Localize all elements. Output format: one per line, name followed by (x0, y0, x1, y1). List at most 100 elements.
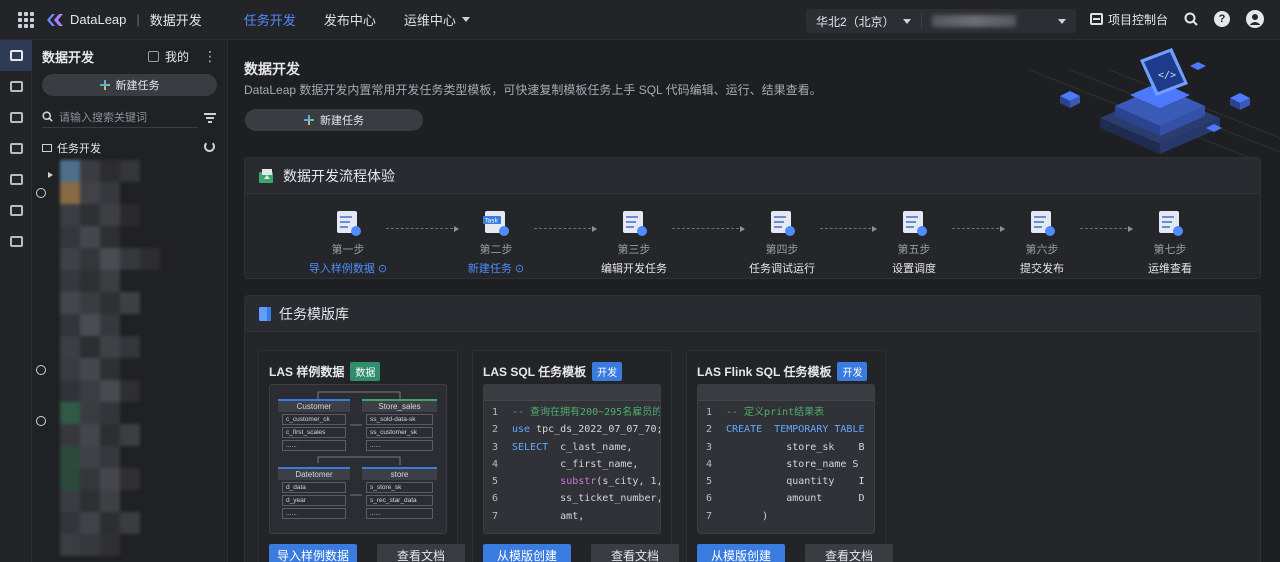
search-placeholder: 请输入搜索关键词 (59, 111, 147, 124)
app-grid-icon[interactable] (18, 11, 34, 28)
code-line: 6 amount D (706, 493, 865, 505)
project-select[interactable] (922, 15, 1076, 27)
project-console-link[interactable]: 项目控制台 (1089, 11, 1168, 28)
import-sample-data-button[interactable]: 导入样例数据 (269, 544, 357, 562)
hero-illustration: </> (1030, 48, 1280, 158)
rail-table-icon[interactable] (0, 164, 32, 195)
step-label: 编辑开发任务 (601, 263, 667, 275)
step-number: 第二步 (479, 244, 513, 256)
search-icon (42, 111, 53, 122)
expand-arrow-icon[interactable] (48, 172, 53, 178)
module-name: 数据开发 (149, 13, 202, 28)
schedule-clock-icon (36, 365, 46, 375)
nav-publish-center[interactable]: 发布中心 (324, 10, 376, 29)
code-line: 2 use tpc_ds_2022_07_07_70; (492, 424, 661, 436)
help-icon[interactable]: ? (1214, 11, 1230, 27)
search-input[interactable]: 请输入搜索关键词 (42, 106, 198, 128)
er-table-name: Customer (278, 399, 350, 412)
more-icon[interactable]: ⋮ (203, 48, 217, 65)
nav-task-dev[interactable]: 任务开发 (244, 10, 296, 29)
step-number: 第一步 (331, 244, 365, 256)
rail-list-icon[interactable] (0, 133, 32, 164)
step-number: 第五步 (897, 244, 931, 256)
flow-step: 第四步 任务调试运行 (727, 208, 837, 276)
project-name-redacted (932, 15, 1016, 27)
code-line: 6 ss_ticket_number, (492, 493, 661, 505)
refresh-icon[interactable] (204, 141, 215, 152)
rail-dashboard-icon[interactable] (0, 102, 32, 133)
create-from-template-button[interactable]: 从模版创建 (483, 544, 571, 562)
code-line: 3 SELECT c_last_name, (492, 441, 633, 453)
template-tag: 开发 (592, 362, 623, 381)
mine-label: 我的 (164, 49, 189, 64)
page-title: 数据开发 (244, 61, 300, 77)
sidebar-new-task-button[interactable]: 新建任务 (42, 74, 217, 96)
rail-chart-icon[interactable] (0, 195, 32, 226)
rail-resource-icon[interactable] (0, 226, 32, 257)
flow-card-header: 数据开发流程体验 (245, 158, 1260, 194)
code-block: 1 -- 定义print结果表 2 CREATE TEMPORARY TABLE 3 s… (698, 401, 874, 525)
search-icon[interactable] (1184, 12, 1198, 26)
er-field: s_rec_star_data (366, 495, 433, 506)
template-card-sample-data: LAS 样例数据 数据 Customer c_customer_ck c_firs… (258, 350, 465, 562)
er-field: ss_customer_sk (366, 427, 433, 438)
er-table: Datetomer d_data d_year ...... (278, 467, 350, 521)
tree-root-label: 任务开发 (57, 143, 101, 155)
flow-step[interactable]: Task 第二步 新建任务 ⊙ (441, 208, 551, 276)
step-icon (1027, 208, 1057, 238)
view-docs-button[interactable]: 查看文档 (377, 544, 465, 562)
panel-title: 数据开发 (42, 49, 95, 65)
code-line: 5 quantity I (706, 476, 865, 488)
chevron-down-icon (1058, 18, 1066, 24)
panel-header: 数据开发 我的 ⋮ (32, 40, 227, 72)
redacted-task-tree (60, 160, 172, 562)
flow-step[interactable]: 第一步导入样例数据 ⊙ (293, 208, 403, 276)
top-right-actions: 项目控制台 ? (1089, 10, 1264, 28)
checkbox-icon (147, 50, 159, 62)
rail-query-icon[interactable] (0, 71, 32, 102)
step-icon (899, 208, 929, 238)
code-block: 1 -- 查询在拥有200~295名雇员的 2 use tpc_ds_2022_07_… (484, 401, 660, 525)
er-table: Customer c_customer_ck c_first_scales ..… (278, 399, 350, 453)
mine-filter-checkbox[interactable]: 我的 (147, 48, 189, 65)
er-table-name: Store_sales (362, 399, 437, 412)
code-line: 5 substr(s_city, 1, (492, 476, 661, 488)
tree-root[interactable]: 任务开发 (42, 140, 217, 156)
step-label: 运维查看 (1148, 263, 1192, 275)
console-label: 项目控制台 (1107, 12, 1168, 27)
flow-step: 第五步 设置调度 (859, 208, 969, 276)
new-task-button[interactable]: 新建任务 (245, 109, 423, 131)
view-docs-button[interactable]: 查看文档 (591, 544, 679, 562)
step-number: 第六步 (1025, 244, 1059, 256)
code-folder-icon (42, 144, 52, 152)
flow-step: 第七步 运维查看 (1115, 208, 1225, 276)
create-from-template-button[interactable]: 从模版创建 (697, 544, 785, 562)
template-card-las-sql: LAS SQL 任务模板 开发 1 -- 查询在拥有200~295名雇员的 2 use … (472, 350, 679, 562)
logo-text: DataLeap (70, 12, 127, 27)
dataleap-logo-icon (47, 13, 63, 26)
nav-ops-center[interactable]: 运维中心 (404, 10, 470, 29)
view-docs-button[interactable]: 查看文档 (805, 544, 893, 562)
region-value: 华北2（北京） (816, 14, 895, 29)
region-select[interactable]: 华北2（北京） (806, 12, 922, 30)
er-field: ...... (282, 508, 346, 519)
product-logo[interactable]: DataLeap | 数据开发 (46, 10, 202, 29)
step-link[interactable]: 导入样例数据 ⊙ (293, 260, 403, 276)
er-table-name: Datetomer (278, 467, 350, 480)
code-preview: 1 -- 定义print结果表 2 CREATE TEMPORARY TABLE 3 s… (697, 384, 875, 534)
step-number: 第四步 (765, 244, 799, 256)
flow-card: 数据开发流程体验 第一步 导入样例数据 ⊙ Task 第二步 新建任务 ⊙ 第三步 编辑开发… (244, 157, 1261, 279)
rail-data-dev-icon[interactable] (0, 40, 32, 71)
step-label: 任务调试运行 (749, 263, 815, 275)
user-avatar-icon[interactable] (1246, 10, 1264, 28)
step-link[interactable]: 新建任务 ⊙ (441, 260, 551, 276)
er-field: d_year (282, 495, 346, 506)
step-number: 第七步 (1153, 244, 1187, 256)
library-title: 任务模版库 (279, 305, 349, 322)
step-icon (767, 208, 797, 238)
template-tag: 开发 (837, 362, 868, 381)
flow-title: 数据开发流程体验 (283, 167, 395, 184)
filter-icon[interactable] (204, 113, 216, 123)
chevron-down-icon (903, 18, 911, 24)
region-project-selector: 华北2（北京） (806, 9, 1076, 33)
